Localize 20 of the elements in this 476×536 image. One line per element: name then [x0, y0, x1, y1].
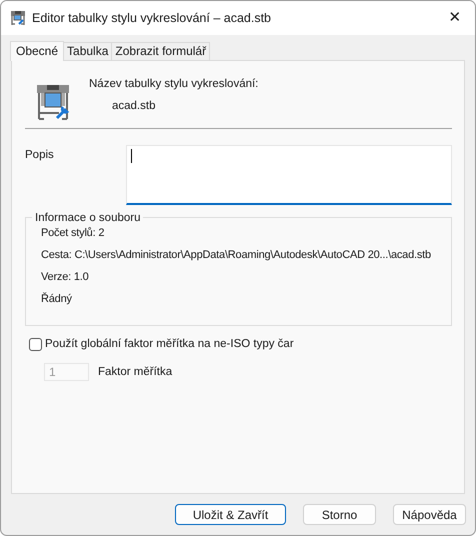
- close-button[interactable]: ✕: [435, 1, 475, 35]
- info-line: Počet stylů: 2: [41, 227, 104, 239]
- checkbox[interactable]: [29, 338, 42, 352]
- plotter-icon: [36, 85, 70, 120]
- dialog-button[interactable]: Nápověda: [393, 504, 466, 525]
- dialog-button[interactable]: Uložit & Zavřít: [175, 504, 286, 525]
- tab[interactable]: Zobrazit formulář: [111, 42, 210, 60]
- tab[interactable]: Obecné: [10, 41, 64, 61]
- info-line: Řádný: [41, 293, 72, 305]
- table-name: acad.stb: [112, 99, 156, 114]
- scale-factor-label: Faktor měřítka: [98, 364, 172, 380]
- checkbox-label: Použít globální faktor měřítka na ne-ISO typy čar: [45, 337, 294, 352]
- info-line: Verze: 1.0: [41, 271, 89, 283]
- dialog-button[interactable]: Storno: [303, 504, 376, 525]
- table-name-label: Název tabulky stylu vykreslování:: [89, 77, 258, 92]
- description-field[interactable]: [126, 145, 452, 205]
- info-line: Cesta: C:\Users\Administrator\AppData\Roaming\Autodesk\AutoCAD 20...\acad.stb: [41, 249, 431, 261]
- description-label: Popis: [25, 148, 55, 163]
- window-title: Editor tabulky stylu vykreslování – acad.stb: [32, 10, 272, 27]
- plotter-icon: [10, 10, 26, 26]
